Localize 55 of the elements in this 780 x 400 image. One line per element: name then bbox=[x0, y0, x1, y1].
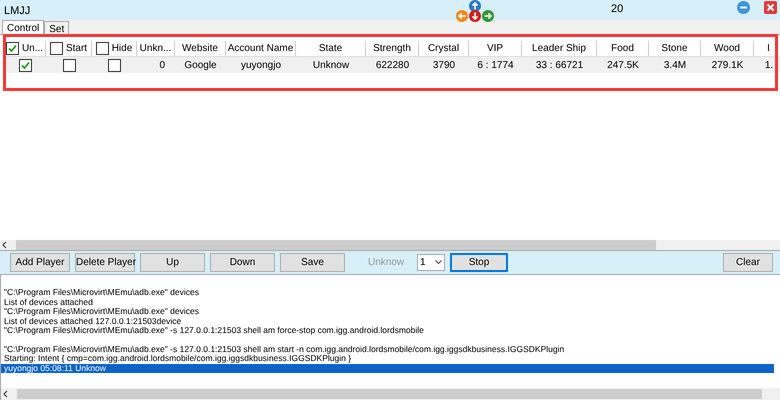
close-icon[interactable] bbox=[764, 1, 777, 14]
column-header[interactable]: Hide bbox=[112, 41, 132, 56]
table-cell-text: 3790 bbox=[432, 58, 456, 72]
table-cell-text: yuyongjo bbox=[240, 58, 282, 72]
checkbox[interactable] bbox=[18, 58, 32, 72]
column-header[interactable]: Leader Ship bbox=[532, 41, 586, 56]
horizontal-scrollbar[interactable] bbox=[0, 240, 780, 250]
counter-label: 20 bbox=[611, 2, 624, 17]
chevron-down-icon bbox=[435, 260, 442, 265]
checkbox[interactable] bbox=[108, 58, 121, 72]
column-header[interactable]: VIP bbox=[486, 41, 504, 56]
toolbar-button[interactable]: Save bbox=[280, 253, 345, 272]
column-header[interactable]: Food bbox=[611, 41, 634, 56]
tab[interactable]: Control bbox=[2, 20, 44, 34]
table-cell-text: 622280 bbox=[376, 58, 410, 72]
scrollbar-thumb[interactable] bbox=[16, 240, 656, 250]
column-header[interactable]: Unkn... bbox=[140, 41, 172, 56]
checkbox[interactable] bbox=[6, 42, 19, 55]
column-header[interactable]: Account Name bbox=[228, 41, 294, 56]
checkbox[interactable] bbox=[96, 42, 109, 55]
checkbox[interactable] bbox=[50, 42, 63, 55]
table-cell-text: 3.4M bbox=[664, 58, 686, 72]
table-cell-text: 247.5K bbox=[607, 58, 639, 72]
column-header[interactable]: Start bbox=[66, 41, 88, 56]
toolbar-button[interactable]: Add Player bbox=[10, 253, 70, 272]
minimize-icon[interactable] bbox=[737, 1, 750, 14]
column-header[interactable]: I bbox=[767, 41, 770, 56]
table-cell-text: 33 : 66721 bbox=[536, 58, 584, 72]
toolbar-button[interactable]: Stop bbox=[450, 253, 508, 272]
count-dropdown[interactable]: 1 bbox=[417, 254, 445, 271]
table-cell-text: 0 bbox=[159, 58, 165, 72]
table-cell-text: 6 : 1774 bbox=[477, 58, 514, 72]
column-header[interactable]: Wood bbox=[714, 41, 740, 56]
column-header[interactable]: Strength bbox=[373, 41, 411, 56]
toolbar-button[interactable]: Down bbox=[210, 253, 275, 272]
status-label: Unknow bbox=[368, 256, 406, 270]
table-cell-text: 1. bbox=[764, 58, 774, 72]
horizontal-scrollbar[interactable] bbox=[1, 388, 780, 400]
toolbar-button[interactable]: Delete Player bbox=[75, 253, 135, 272]
down-arrow-icon[interactable] bbox=[469, 10, 481, 22]
scrollbar-thumb[interactable] bbox=[17, 389, 762, 399]
checkbox[interactable] bbox=[62, 58, 76, 72]
table-cell-text: 279.1K bbox=[712, 58, 744, 72]
column-header[interactable]: Website bbox=[182, 41, 218, 56]
table-cell-text: Google bbox=[184, 58, 217, 72]
window-title: LMJJ bbox=[4, 4, 30, 19]
toolbar-button[interactable]: Up bbox=[140, 253, 205, 272]
column-header[interactable]: Stone bbox=[661, 41, 688, 56]
clear-button[interactable]: Clear bbox=[723, 253, 773, 272]
column-header[interactable]: Crystal bbox=[428, 41, 460, 56]
table-cell-text: Unknow bbox=[312, 58, 350, 72]
column-header[interactable]: State bbox=[318, 41, 342, 56]
right-arrow-icon[interactable] bbox=[482, 10, 494, 22]
tab[interactable]: Set bbox=[44, 21, 70, 34]
column-header[interactable]: Un... bbox=[22, 41, 44, 56]
